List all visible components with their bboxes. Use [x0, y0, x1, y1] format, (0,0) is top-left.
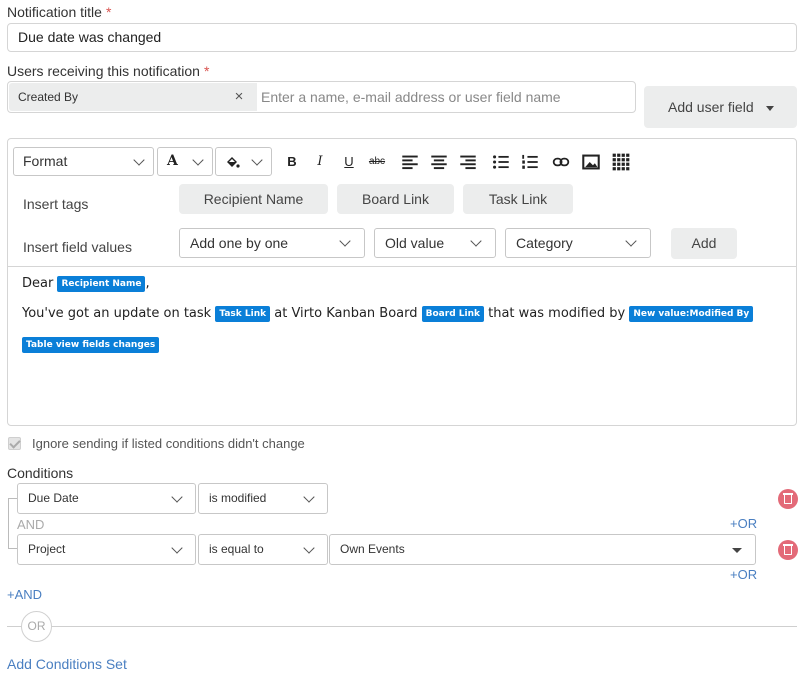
- chevron-down-icon: [625, 235, 637, 247]
- field-dropdown[interactable]: Category: [505, 228, 651, 258]
- chevron-down-icon: [251, 154, 263, 166]
- message-text: ,: [145, 276, 150, 291]
- delete-condition-2-icon[interactable]: [778, 540, 798, 560]
- format-dropdown-label: Format: [23, 153, 68, 169]
- condition-2-field-dropdown[interactable]: Project: [17, 534, 196, 565]
- message-text: at Virto Kanban Board: [274, 306, 418, 321]
- value-type-value: Old value: [385, 235, 445, 251]
- required-mark: *: [203, 63, 210, 79]
- remove-chip-icon[interactable]: ×: [230, 83, 248, 111]
- users-receiving-label: Users receiving this notification *: [7, 63, 209, 79]
- or-divider-line: [7, 626, 797, 627]
- insert-tag-board-link-button[interactable]: Board Link: [337, 184, 454, 214]
- bg-color-icon: [227, 157, 240, 168]
- message-line-3: Table view fields changes: [22, 336, 160, 354]
- table-view-changes-tag: Table view fields changes: [22, 336, 160, 353]
- task-link-tag: Task Link: [215, 305, 271, 322]
- message-line-2: You've got an update on task Task Link a…: [22, 305, 754, 323]
- add-or-condition-2-link[interactable]: +OR: [730, 567, 757, 582]
- bold-icon[interactable]: B: [283, 153, 301, 171]
- format-dropdown[interactable]: Format: [13, 147, 154, 176]
- condition-2-operator-dropdown[interactable]: is equal to: [198, 534, 328, 565]
- message-line-1: Dear Recipient Name,: [22, 275, 150, 293]
- add-or-condition-1-link[interactable]: +OR: [730, 516, 757, 531]
- chevron-down-icon: [470, 235, 482, 247]
- condition-1-field-dropdown[interactable]: Due Date: [17, 483, 196, 514]
- condition-1-operator-dropdown[interactable]: is modified: [198, 483, 328, 514]
- notification-title-input[interactable]: Due date was changed: [7, 23, 797, 52]
- chevron-down-icon: [171, 542, 183, 554]
- condition-value: Own Events: [340, 542, 405, 556]
- condition-operator-value: is modified: [209, 491, 267, 505]
- chevron-down-icon: [133, 154, 145, 166]
- font-color-icon: A: [167, 153, 178, 169]
- notification-title-label: Notification title *: [7, 4, 111, 20]
- insert-mode-value: Add one by one: [190, 235, 289, 251]
- users-receiving-label-text: Users receiving this notification: [7, 63, 200, 79]
- or-divider-badge: OR: [21, 611, 52, 642]
- user-chip-label: Created By: [18, 90, 79, 104]
- notification-title-label-text: Notification title: [7, 4, 102, 20]
- conditions-title: Conditions: [7, 465, 74, 481]
- align-left-icon[interactable]: [401, 153, 419, 171]
- add-user-field-button[interactable]: Add user field: [644, 86, 797, 128]
- chevron-down-icon: [171, 491, 183, 503]
- add-and-condition-link[interactable]: +AND: [7, 587, 42, 602]
- message-text: You've got an update on task: [22, 306, 212, 321]
- modified-by-tag: New value:Modified By: [629, 305, 754, 322]
- users-search-input[interactable]: Enter a name, e-mail address or user fie…: [261, 82, 561, 112]
- editor-toolbar-area: Format A B I U abc Insert tags Recipient…: [8, 139, 796, 267]
- message-text: that was modified by: [488, 306, 626, 321]
- condition-field-value: Due Date: [28, 491, 79, 505]
- chevron-down-icon: [192, 154, 204, 166]
- table-icon[interactable]: [612, 153, 630, 171]
- strikethrough-icon[interactable]: abc: [368, 153, 386, 171]
- align-right-icon[interactable]: [459, 153, 477, 171]
- users-picker[interactable]: Created By × Enter a name, e-mail addres…: [7, 81, 636, 113]
- numbered-list-icon[interactable]: [521, 153, 539, 171]
- image-icon[interactable]: [582, 153, 600, 171]
- insert-tag-task-link-button[interactable]: Task Link: [463, 184, 573, 214]
- font-color-dropdown[interactable]: A: [157, 147, 213, 176]
- add-conditions-set-link[interactable]: Add Conditions Set: [7, 656, 127, 672]
- insert-mode-dropdown[interactable]: Add one by one: [179, 228, 365, 258]
- link-icon[interactable]: [552, 153, 570, 171]
- message-editor: Format A B I U abc Insert tags Recipient…: [7, 138, 797, 426]
- ignore-sending-checkbox[interactable]: [8, 437, 21, 450]
- caret-down-icon: [732, 548, 742, 553]
- caret-down-icon: [765, 105, 774, 111]
- and-label: AND: [17, 517, 45, 532]
- condition-operator-value: is equal to: [209, 542, 264, 556]
- add-field-value-button[interactable]: Add: [671, 228, 737, 259]
- chevron-down-icon: [303, 542, 315, 554]
- field-value: Category: [516, 235, 573, 251]
- condition-field-value: Project: [28, 542, 66, 556]
- chevron-down-icon: [303, 491, 315, 503]
- message-text: Dear: [22, 276, 54, 291]
- chevron-down-icon: [339, 235, 351, 247]
- user-chip-created-by: Created By ×: [9, 83, 257, 111]
- insert-tag-recipient-name-button[interactable]: Recipient Name: [179, 184, 328, 214]
- bullet-list-icon[interactable]: [492, 153, 510, 171]
- align-center-icon[interactable]: [430, 153, 448, 171]
- insert-field-values-label: Insert field values: [23, 239, 132, 255]
- board-link-tag: Board Link: [421, 305, 484, 322]
- required-mark: *: [105, 4, 112, 20]
- italic-icon[interactable]: I: [311, 153, 329, 171]
- ignore-sending-label: Ignore sending if listed conditions didn…: [32, 436, 305, 451]
- add-user-field-label: Add user field: [668, 99, 754, 115]
- background-color-dropdown[interactable]: [215, 147, 272, 176]
- delete-condition-1-icon[interactable]: [778, 489, 798, 509]
- recipient-name-tag: Recipient Name: [57, 275, 146, 292]
- insert-tags-label: Insert tags: [23, 196, 89, 212]
- value-type-dropdown[interactable]: Old value: [374, 228, 496, 258]
- underline-icon[interactable]: U: [340, 153, 358, 171]
- condition-2-value-dropdown[interactable]: Own Events: [329, 534, 756, 565]
